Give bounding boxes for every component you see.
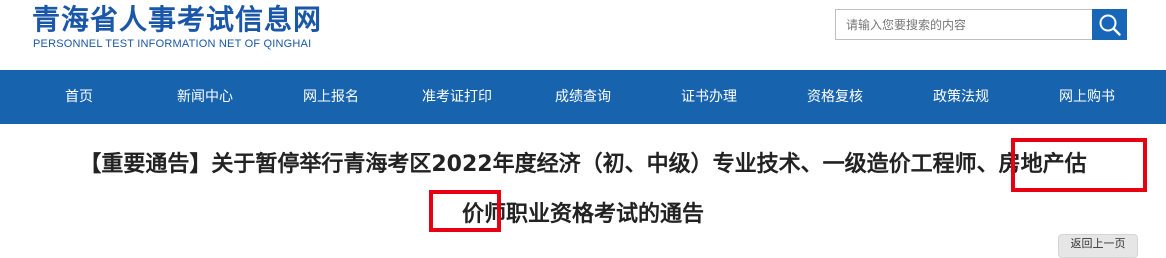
search-button[interactable]: [1092, 9, 1127, 40]
nav-item-news[interactable]: 新闻中心: [142, 70, 268, 124]
search-icon: [1099, 14, 1121, 36]
main-nav: 首页 新闻中心 网上报名 准考证打印 成绩查询 证书办理 资格复核 政策法规 网…: [0, 70, 1166, 124]
nav-item-policy[interactable]: 政策法规: [898, 70, 1024, 124]
nav-item-book-purchase[interactable]: 网上购书: [1024, 70, 1150, 124]
site-title[interactable]: 青海省人事考试信息网: [32, 3, 322, 37]
site-subtitle: PERSONNEL TEST INFORMATION NET OF QINGHA…: [33, 38, 312, 50]
search-input[interactable]: [835, 9, 1092, 40]
nav-item-registration[interactable]: 网上报名: [268, 70, 394, 124]
article-title-line-2: 价师职业资格考试的通告: [461, 202, 704, 227]
site-header: 青海省人事考试信息网 PERSONNEL TEST INFORMATION NE…: [0, 0, 1166, 70]
nav-list: 首页 新闻中心 网上报名 准考证打印 成绩查询 证书办理 资格复核 政策法规 网…: [16, 70, 1150, 124]
article-title: 【重要通告】关于暂停举行青海考区2022年度经济（初、中级）专业技术、一级造价工…: [0, 140, 1166, 240]
nav-item-qualification-review[interactable]: 资格复核: [772, 70, 898, 124]
article-title-line-1: 【重要通告】关于暂停举行青海考区2022年度经济（初、中级）专业技术、一级造价工…: [79, 152, 1087, 177]
nav-item-admission-ticket[interactable]: 准考证打印: [394, 70, 520, 124]
back-button[interactable]: 返回上一页: [1058, 234, 1138, 258]
nav-item-certificate[interactable]: 证书办理: [646, 70, 772, 124]
nav-item-home[interactable]: 首页: [16, 70, 142, 124]
nav-item-score-query[interactable]: 成绩查询: [520, 70, 646, 124]
